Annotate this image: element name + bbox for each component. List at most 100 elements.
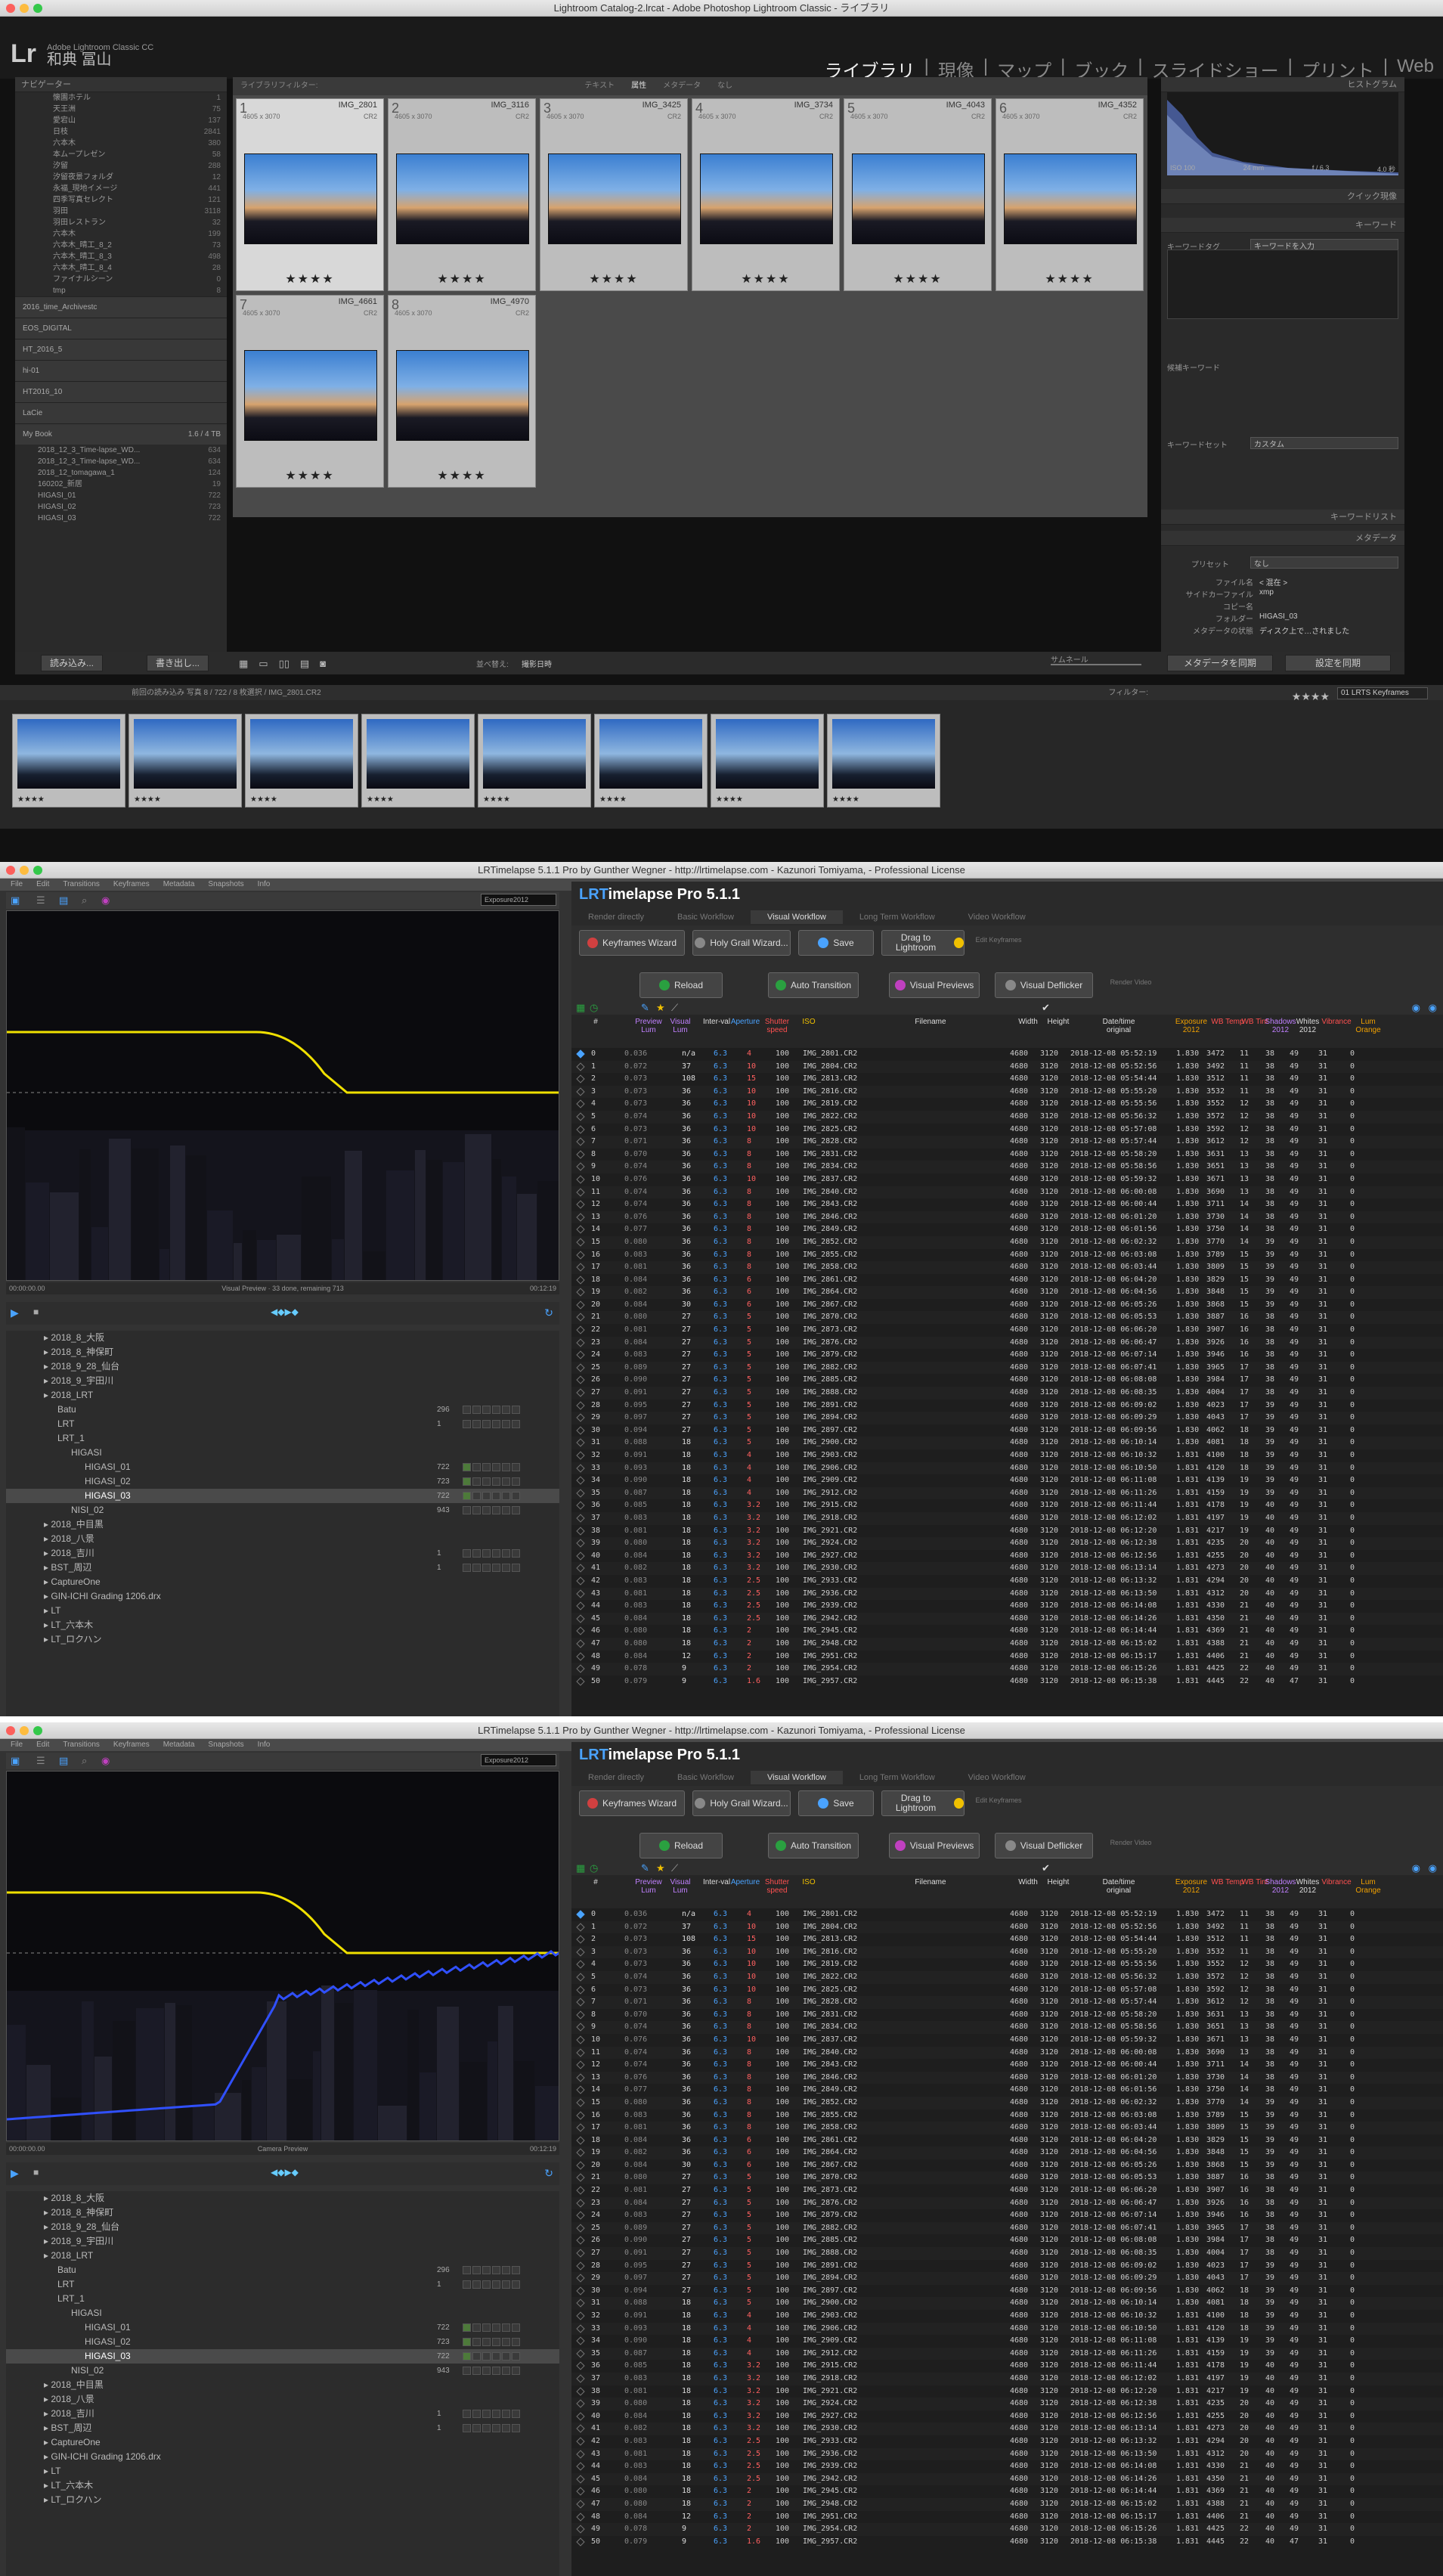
menu-item[interactable]: Metadata bbox=[163, 1739, 195, 1751]
table-row[interactable]: 29 0.097 27 6.3 5 100 IMG_2894.CR2 4680 3120 2018… bbox=[571, 2272, 1443, 2285]
tree-item[interactable]: HIGASI_01 722 bbox=[6, 1460, 559, 1474]
grid-cell[interactable]: 8 IMG_4970 4605 x 3070 CR2 ★★★★ bbox=[388, 295, 536, 488]
table-row[interactable]: 44 0.083 18 6.3 2.5 100 IMG_2939.CR2 4680 3120 20… bbox=[571, 1600, 1443, 1613]
folder-icon[interactable]: ▣ bbox=[11, 894, 20, 907]
table-row[interactable]: 45 0.084 18 6.3 2.5 100 IMG_2942.CR2 4680 3120 20… bbox=[571, 2472, 1443, 2486]
keyframe-marker-icon[interactable] bbox=[576, 2386, 585, 2396]
stop-icon[interactable]: ■ bbox=[33, 2167, 39, 2178]
keyframe-marker-icon[interactable] bbox=[576, 2412, 585, 2421]
tree-item[interactable]: ▸ 2018_9_宇田川 bbox=[6, 2234, 559, 2249]
keyframe-marker-icon[interactable] bbox=[576, 1651, 585, 1661]
table-row[interactable]: 46 0.080 18 6.3 2 100 IMG_2945.CR2 4680 3120 2018… bbox=[571, 2485, 1443, 2498]
column-header[interactable]: Date/time original bbox=[1101, 1878, 1137, 1895]
table-row[interactable]: 15 0.080 36 6.3 8 100 IMG_2852.CR2 4680 3120 2018… bbox=[571, 2096, 1443, 2109]
keyframe-marker-icon[interactable] bbox=[576, 2336, 585, 2345]
tree-item[interactable]: ▸ 2018_8_神保町 bbox=[6, 1345, 559, 1359]
tree-item[interactable]: ▸ 2018_中目黒 bbox=[6, 1517, 559, 1532]
menu-item[interactable]: Transitions bbox=[63, 1739, 100, 1751]
menu-item[interactable]: Edit bbox=[36, 879, 49, 891]
property-search[interactable]: Exposure2012 bbox=[481, 1754, 556, 1766]
keyframe-marker-icon[interactable] bbox=[576, 1564, 585, 1573]
edit-keyframes-label[interactable]: Edit Keyframes bbox=[972, 1796, 1025, 1804]
metadata-value[interactable]: HIGASI_03 bbox=[1259, 612, 1298, 621]
tree-item[interactable]: ▸ 2018_吉川 1 bbox=[6, 2407, 559, 2421]
keyframe-marker-icon[interactable] bbox=[576, 2047, 585, 2057]
metadata-value[interactable]: < 混在 > bbox=[1259, 576, 1287, 587]
keyframe-marker-icon[interactable] bbox=[576, 1526, 585, 1536]
table-row[interactable]: 32 0.091 18 6.3 4 100 IMG_2903.CR2 4680 3120 2018… bbox=[571, 2310, 1443, 2323]
tree-item[interactable]: ▸ 2018_中目黒 bbox=[6, 2378, 559, 2392]
help-icon[interactable]: ◉ bbox=[1429, 1002, 1437, 1014]
keyframe-marker-icon[interactable] bbox=[576, 1325, 585, 1334]
keyframe-marker-icon[interactable] bbox=[576, 1589, 585, 1598]
tree-item[interactable]: ▸ LT bbox=[6, 1604, 559, 1618]
volume-item[interactable]: hi-01 bbox=[15, 360, 227, 381]
table-row[interactable]: 14 0.077 36 6.3 8 100 IMG_2849.CR2 4680 3120 2018… bbox=[571, 1223, 1443, 1236]
workflow-tab[interactable]: Long Term Workflow bbox=[843, 1771, 952, 1784]
filmstrip-thumb[interactable]: ★★★★ bbox=[594, 714, 708, 808]
keyframe-marker-icon[interactable] bbox=[576, 2537, 585, 2547]
menu-item[interactable]: Keyframes bbox=[113, 879, 150, 891]
cell-rating[interactable]: ★★★★ bbox=[692, 271, 839, 287]
keyframe-marker-icon[interactable] bbox=[576, 1150, 585, 1159]
tree-item[interactable]: HIGASI bbox=[6, 2306, 559, 2320]
keyframe-marker-icon[interactable] bbox=[576, 1438, 585, 1448]
keyframe-marker-icon[interactable] bbox=[576, 1413, 585, 1422]
keyframe-marker-icon[interactable] bbox=[576, 2035, 585, 2044]
folder-item[interactable]: 愛宕山 137 bbox=[15, 115, 227, 126]
table-row[interactable]: 34 0.090 18 6.3 4 100 IMG_2909.CR2 4680 3120 2018… bbox=[571, 1474, 1443, 1487]
keyframe-nav-icons[interactable]: ◀◆▶◆ bbox=[271, 2167, 299, 2178]
table-row[interactable]: 6 0.073 36 6.3 10 100 IMG_2825.CR2 4680 3120 2018… bbox=[571, 1124, 1443, 1136]
table-row[interactable]: 33 0.093 18 6.3 4 100 IMG_2906.CR2 4680 3120 2018… bbox=[571, 2322, 1443, 2336]
keyframe-marker-icon[interactable] bbox=[576, 1049, 585, 1059]
table-row[interactable]: 34 0.090 18 6.3 4 100 IMG_2909.CR2 4680 3120 2018… bbox=[571, 2335, 1443, 2348]
play-icon[interactable]: ▶ bbox=[11, 2167, 19, 2180]
grid-view-icon[interactable]: ▦ bbox=[239, 658, 248, 670]
table-row[interactable]: 3 0.073 36 6.3 10 100 IMG_2816.CR2 4680 3120 2018… bbox=[571, 1945, 1443, 1959]
check-icon[interactable]: ✔ bbox=[1042, 1862, 1050, 1874]
tree-item[interactable]: ▸ CaptureOne bbox=[6, 2435, 559, 2450]
table-row[interactable]: 38 0.081 18 6.3 3.2 100 IMG_2921.CR2 4680 3120 20… bbox=[571, 1525, 1443, 1538]
folder-item[interactable]: 懐園ホテル 1 bbox=[15, 92, 227, 104]
auto-transition-button[interactable]: Auto Transition bbox=[768, 972, 859, 998]
table-row[interactable]: 20 0.084 30 6.3 6 100 IMG_2867.CR2 4680 3120 2018… bbox=[571, 1299, 1443, 1312]
column-header[interactable]: Shutter speed bbox=[759, 1018, 795, 1034]
keyframe-marker-icon[interactable] bbox=[576, 2437, 585, 2446]
table-row[interactable]: 50 0.079 9 6.3 1.6 100 IMG_2957.CR2 4680 3120 201… bbox=[571, 2536, 1443, 2549]
tree-item[interactable]: ▸ BST_周辺 1 bbox=[6, 1561, 559, 1575]
keyframe-marker-icon[interactable] bbox=[576, 1338, 585, 1347]
record-icon[interactable]: ◉ bbox=[101, 894, 110, 907]
tree-item[interactable]: HIGASI_02 723 bbox=[6, 2335, 559, 2349]
column-header[interactable]: Filename bbox=[874, 1018, 987, 1026]
tree-item[interactable]: ▸ 2018_8_大阪 bbox=[6, 2191, 559, 2206]
menu-item[interactable]: Info bbox=[258, 879, 271, 891]
keyframe-marker-icon[interactable] bbox=[576, 2286, 585, 2295]
keyframe-marker-icon[interactable] bbox=[576, 2374, 585, 2383]
table-row[interactable]: 4 0.073 36 6.3 10 100 IMG_2819.CR2 4680 3120 2018… bbox=[571, 1098, 1443, 1111]
volume-item[interactable]: HT2016_10 bbox=[15, 381, 227, 402]
workflow-tab[interactable]: Render directly bbox=[571, 1771, 661, 1784]
filmstrip-thumb[interactable]: ★★★★ bbox=[245, 714, 358, 808]
thumbnail-size-slider[interactable] bbox=[1051, 664, 1141, 665]
folder-item[interactable]: HIGASI_02 723 bbox=[15, 501, 227, 513]
workflow-tab[interactable]: Render directly bbox=[571, 910, 661, 924]
workflow-tab[interactable]: Video Workflow bbox=[952, 1771, 1042, 1784]
keyframe-marker-icon[interactable] bbox=[576, 1451, 585, 1460]
keyframe-marker-icon[interactable] bbox=[576, 2098, 585, 2107]
time-icon[interactable]: ◷ bbox=[590, 1862, 598, 1874]
zoom-icon[interactable] bbox=[33, 866, 42, 875]
table-row[interactable]: 25 0.089 27 6.3 5 100 IMG_2882.CR2 4680 3120 2018… bbox=[571, 1361, 1443, 1375]
keyframe-marker-icon[interactable] bbox=[576, 1973, 585, 1982]
folder-item[interactable]: 2018_12_3_Time-lapse_WD... 634 bbox=[15, 445, 227, 456]
keyframe-marker-icon[interactable] bbox=[576, 2023, 585, 2032]
keyframe-marker-icon[interactable] bbox=[576, 1910, 585, 1919]
table-row[interactable]: 23 0.084 27 6.3 5 100 IMG_2876.CR2 4680 3120 2018… bbox=[571, 2196, 1443, 2210]
table-row[interactable]: 41 0.082 18 6.3 3.2 100 IMG_2930.CR2 4680 3120 20… bbox=[571, 1562, 1443, 1575]
filmstrip-thumb[interactable]: ★★★★ bbox=[478, 714, 591, 808]
cell-rating[interactable]: ★★★★ bbox=[389, 468, 535, 483]
tree-item[interactable]: ▸ 2018_8_大阪 bbox=[6, 1331, 559, 1345]
property-search[interactable]: Exposure2012 bbox=[481, 894, 556, 906]
table-row[interactable]: 6 0.073 36 6.3 10 100 IMG_2825.CR2 4680 3120 2018… bbox=[571, 1984, 1443, 1997]
keyframe-marker-icon[interactable] bbox=[576, 1074, 585, 1083]
column-header[interactable]: Aperture bbox=[727, 1018, 763, 1026]
